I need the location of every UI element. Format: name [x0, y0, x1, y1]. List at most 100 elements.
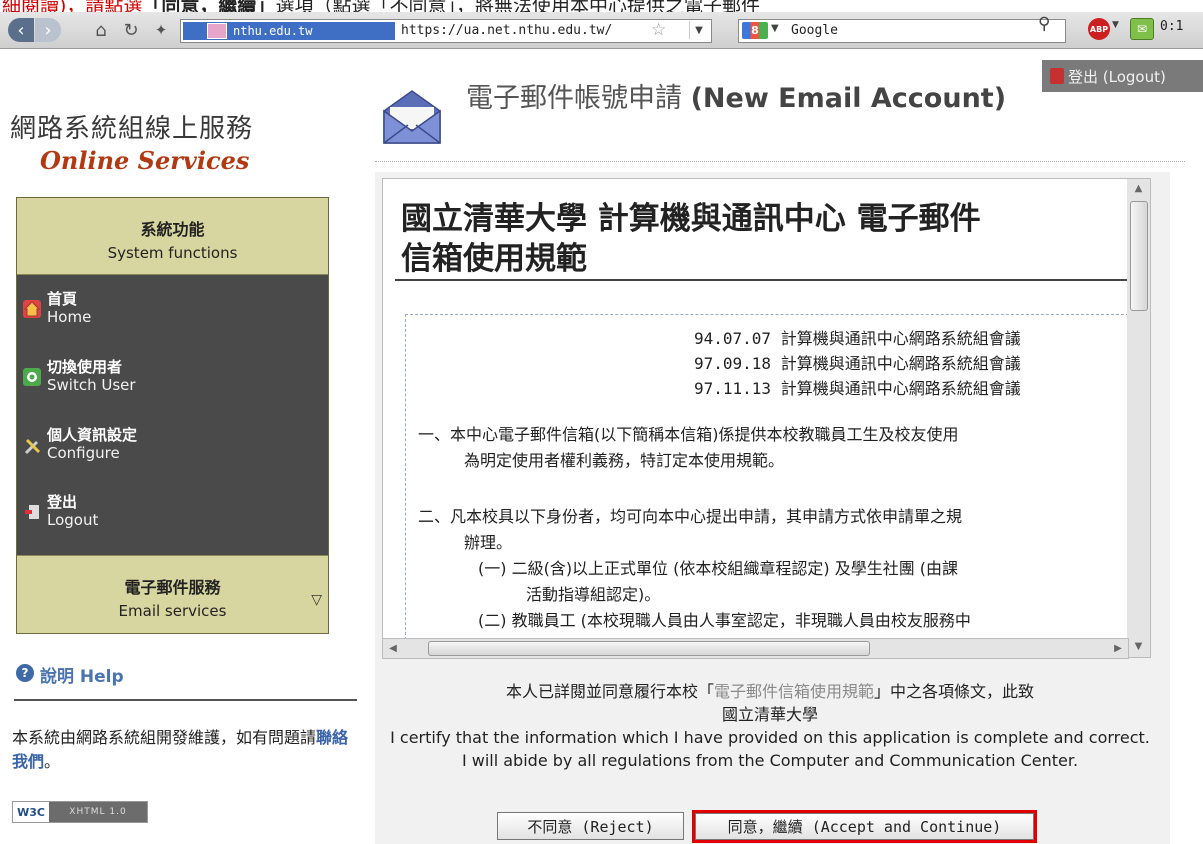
- clause-text: (一) 二級(含)以上正式單位 (依本校組織章程認定) 及學生社團 (由課: [478, 559, 959, 578]
- button-row: 不同意 (Reject) 同意，繼續 (Accept and Continue): [375, 810, 1170, 844]
- favicon-icon: [207, 23, 227, 39]
- sidebar-item-label: 首頁: [47, 290, 78, 308]
- terms-heading-line2: 信箱使用規範: [401, 241, 587, 277]
- sidebar-header-en: Email services: [118, 602, 227, 620]
- clause-text: 為明定使用者權利義務，特訂定本使用規範。: [464, 451, 785, 470]
- scroll-left-icon[interactable]: ◀: [383, 639, 403, 658]
- google-logo-icon[interactable]: 8: [742, 22, 768, 39]
- scroll-up-icon[interactable]: ▲: [1127, 179, 1150, 199]
- logout-icon: [1050, 68, 1064, 84]
- help-text-end: 。: [44, 752, 61, 771]
- logout-top-label: 登出 (Logout): [1068, 67, 1166, 86]
- scroll-thumb[interactable]: [1130, 201, 1148, 311]
- sidebar-item-label: 登出: [47, 493, 78, 511]
- forward-button[interactable]: ›: [35, 18, 61, 42]
- sidebar-item-label: 個人資訊設定: [47, 426, 138, 444]
- configure-icon: [23, 436, 41, 455]
- reload-icon[interactable]: ↻: [118, 18, 144, 42]
- sidebar-item-configure[interactable]: 個人資訊設定 Configure: [17, 422, 328, 482]
- search-engine-dropdown-icon[interactable]: ▼: [771, 23, 779, 34]
- vertical-scrollbar[interactable]: ▲ ▼: [1127, 178, 1151, 658]
- sidebar-item-sublabel: Logout: [47, 511, 99, 529]
- url-dropdown-icon[interactable]: ▼: [689, 21, 708, 39]
- sidebar-item-sublabel: Home: [47, 308, 92, 326]
- browser-toolbar: ‹ › ⌂ ↻ ✦ nthu.edu.tw https://ua.net.nth…: [0, 12, 1203, 49]
- sidebar-item-home[interactable]: 首頁 Home: [17, 286, 328, 346]
- sidebar-header-zh: 系統功能: [140, 220, 205, 239]
- terms-heading-line1: 國立清華大學 計算機與通訊中心 電子郵件: [401, 201, 981, 237]
- sidebar-item-sublabel: Configure: [47, 444, 120, 462]
- logout-link-top[interactable]: 登出 (Logout): [1042, 60, 1203, 92]
- sidebar-item-sublabel: Switch User: [47, 376, 136, 394]
- page-title-en: (New Email Account): [690, 83, 1007, 114]
- chevron-down-icon[interactable]: ▽: [311, 592, 322, 608]
- clause-text: 辦理。: [464, 533, 513, 552]
- page-title: 電子郵件帳號申請 (New Email Account): [466, 76, 1006, 115]
- sidebar-item-switch-user[interactable]: 切換使用者 Switch User: [17, 354, 328, 414]
- certification-zh-line2: 國立清華大學: [721, 705, 818, 724]
- sidebar-header-email[interactable]: 電子郵件服務 Email services ▽: [17, 555, 328, 633]
- clause-text: (二) 教職員工 (本校現職人員由人事室認定，非現職人員由校友服務中: [478, 611, 971, 630]
- horizontal-scrollbar[interactable]: ◀ ▶: [382, 638, 1129, 659]
- scroll-right-icon[interactable]: ▶: [1108, 639, 1128, 658]
- terms-frame[interactable]: 國立清華大學 計算機與通訊中心 電子郵件 信箱使用規範 94.07.07 計算機…: [382, 178, 1129, 658]
- site-identity-badge[interactable]: nthu.edu.tw: [183, 22, 395, 40]
- extension-count: 0:1: [1160, 19, 1184, 34]
- instruction-text: 選項（點選「不同意」，將無法使用本中心提供之電子郵件: [275, 0, 760, 12]
- bookmark-star-icon[interactable]: ☆: [651, 20, 666, 40]
- scroll-thumb[interactable]: [428, 641, 870, 656]
- adblock-dropdown-icon[interactable]: ▼: [1112, 20, 1119, 30]
- terms-heading: 國立清華大學 計算機與通訊中心 電子郵件 信箱使用規範: [401, 199, 981, 279]
- divider: [14, 699, 357, 701]
- revision-date: 97.11.13 計算機與通訊中心網路系統組會議: [694, 379, 1021, 398]
- extension-icon[interactable]: ✉: [1130, 18, 1154, 40]
- sidebar-item-label: 切換使用者: [47, 358, 123, 376]
- search-bar[interactable]: 8 ▼ Google: [738, 19, 1066, 43]
- site-subtitle: Online Services: [40, 146, 250, 175]
- switch-user-icon: [23, 368, 41, 386]
- divider: [375, 161, 1185, 162]
- accept-continue-button[interactable]: 同意，繼續 (Accept and Continue): [695, 813, 1034, 840]
- revision-date: 94.07.07 計算機與通訊中心網路系統組會議: [694, 329, 1021, 348]
- help-heading: 說明 Help: [40, 667, 124, 687]
- home-icon: [23, 300, 41, 318]
- envelope-icon: [380, 85, 444, 149]
- w3c-xhtml-badge[interactable]: W3C XHTML 1.0: [12, 801, 148, 823]
- w3c-logo: W3C: [13, 802, 49, 822]
- help-text-body: 本系統由網路系統組開發維護，如有問題請: [12, 728, 317, 747]
- clause-text: 二、凡本校具以下身份者，均可向本中心提出申請，其申請方式依申請單之規: [418, 507, 963, 526]
- search-icon[interactable]: ⚲: [1038, 14, 1050, 34]
- certification-text: 本人已詳閱並同意履行本校「電子郵件信箱使用規範」中之各項條文，此致 國立清華大學…: [390, 680, 1150, 772]
- revision-date: 97.09.18 計算機與通訊中心網路系統組會議: [694, 354, 1021, 373]
- sidebar-item-logout[interactable]: 登出 Logout: [17, 489, 328, 549]
- sidebar-header-zh: 電子郵件服務: [124, 578, 221, 597]
- home-icon[interactable]: ⌂: [88, 18, 114, 42]
- certification-zh: 本人已詳閱並同意履行本校「電子郵件信箱使用規範」中之各項條文，此致: [505, 682, 1035, 701]
- xhtml-label: XHTML 1.0: [49, 802, 147, 822]
- instruction-strip: 細閱讀)，請點選「同意，繼續」選項（點選「不同意」，將無法使用本中心提供之電子郵…: [0, 0, 1203, 12]
- tools-icon[interactable]: ✦: [148, 18, 174, 42]
- sidebar: 系統功能 System functions 首頁 Home 切換使用者 Swit…: [16, 197, 329, 634]
- search-engine-label[interactable]: Google: [791, 22, 838, 40]
- sidebar-header-en: System functions: [107, 244, 238, 262]
- page-title-zh: 電子郵件帳號申請: [466, 83, 682, 114]
- instruction-text-red: 細閱讀)，請點選: [2, 0, 143, 12]
- clause-text: 活動指導組認定)。: [526, 585, 661, 604]
- terms-content: 94.07.07 計算機與通訊中心網路系統組會議 97.09.18 計算機與通訊…: [405, 314, 1128, 645]
- site-badge-text: nthu.edu.tw: [233, 24, 313, 38]
- scroll-down-icon[interactable]: ▼: [1127, 637, 1150, 657]
- reject-button[interactable]: 不同意 (Reject): [497, 812, 684, 840]
- clause-text: 一、本中心電子郵件信箱(以下簡稱本信箱)係提供本校教職員工生及校友使用: [418, 425, 959, 444]
- instruction-text-bold: 「同意，繼續」: [142, 0, 276, 12]
- certification-en: I certify that the information which I h…: [390, 728, 1150, 770]
- terms-link[interactable]: 電子郵件信箱使用規範: [714, 682, 874, 701]
- back-button[interactable]: ‹: [8, 18, 34, 42]
- site-title: 網路系統組線上服務: [10, 114, 254, 144]
- adblock-icon[interactable]: ABP: [1088, 18, 1110, 40]
- sidebar-header-system: 系統功能 System functions: [17, 198, 328, 275]
- divider: [395, 279, 1128, 281]
- url-text[interactable]: https://ua.net.nthu.edu.tw/: [401, 22, 612, 40]
- url-bar[interactable]: nthu.edu.tw https://ua.net.nthu.edu.tw/ …: [180, 19, 712, 43]
- help-text: 本系統由網路系統組開發維護，如有問題請聯絡我們。: [12, 726, 357, 774]
- help-icon: ?: [16, 664, 34, 682]
